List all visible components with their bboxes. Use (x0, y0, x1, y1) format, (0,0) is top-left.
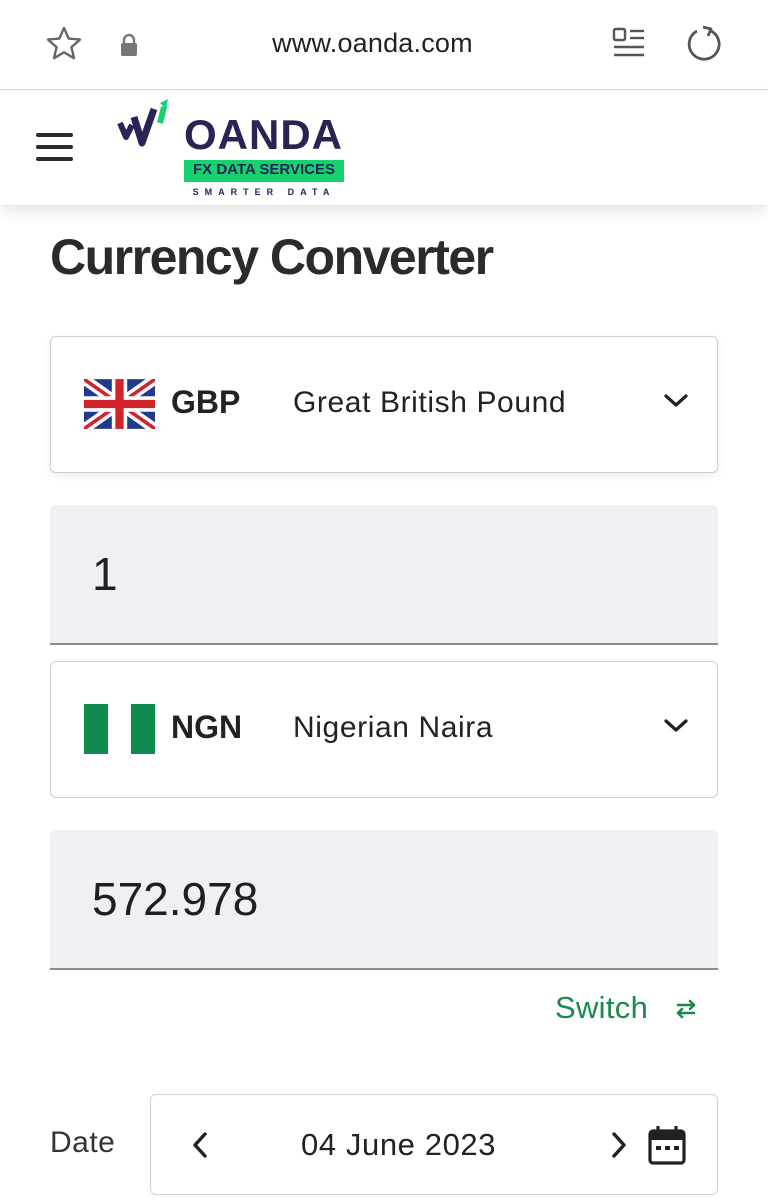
to-currency-name: Nigerian Naira (293, 711, 494, 744)
oanda-logo[interactable]: OANDA FX DATA SERVICES SMARTER DATA (116, 99, 356, 197)
to-currency-select[interactable]: NGN Nigerian Naira (50, 661, 718, 798)
nigeria-flag-icon (84, 704, 155, 754)
date-label: Date (50, 1126, 116, 1159)
from-amount-field[interactable]: 1 (50, 505, 718, 645)
uk-flag-icon (84, 379, 155, 429)
chevron-down-icon (664, 719, 688, 732)
date-value[interactable]: 04 June 2023 (301, 1127, 496, 1163)
chevron-right-icon[interactable] (606, 1129, 632, 1161)
browser-address-bar: www.oanda.com (0, 0, 768, 90)
page-title: Currency Converter (50, 229, 494, 285)
switch-label: Switch (555, 990, 649, 1025)
from-currency-code: GBP (171, 384, 241, 420)
logo-mark-icon (117, 99, 168, 147)
date-picker: 04 June 2023 (150, 1094, 718, 1195)
to-amount-field[interactable]: 572.978 (50, 830, 718, 970)
from-currency-name: Great British Pound (293, 386, 567, 419)
from-currency-select[interactable]: GBP Great British Pound (50, 336, 718, 473)
logo-subtagline: SMARTER DATA (192, 187, 336, 197)
logo-brand: OANDA (184, 111, 343, 158)
logo-tagline: FX DATA SERVICES (193, 161, 335, 178)
reload-icon[interactable] (683, 24, 723, 64)
site-header: OANDA FX DATA SERVICES SMARTER DATA (0, 91, 768, 205)
to-amount-value[interactable]: 572.978 (92, 872, 672, 926)
chevron-left-icon[interactable] (187, 1129, 213, 1161)
calendar-icon[interactable] (648, 1125, 686, 1165)
swap-arrows-icon (676, 999, 696, 1019)
reader-mode-icon[interactable] (612, 26, 646, 62)
from-amount-value[interactable]: 1 (92, 547, 672, 601)
hamburger-icon[interactable] (36, 133, 74, 161)
chevron-down-icon (664, 394, 688, 407)
switch-button[interactable]: Switch (555, 990, 696, 1030)
to-currency-code: NGN (171, 709, 243, 745)
